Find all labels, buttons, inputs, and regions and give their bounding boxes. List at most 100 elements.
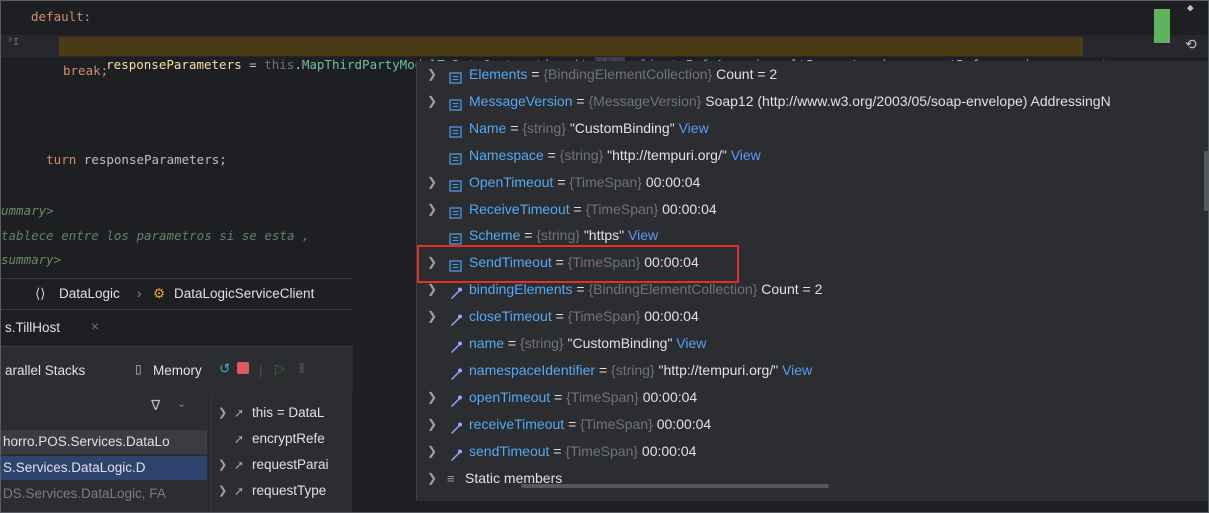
- equals-sign: =: [550, 388, 567, 405]
- breadcrumb: ⟨⟩ DataLogic › ⚙ DataLogicServiceClient: [1, 278, 353, 309]
- view-link[interactable]: View: [731, 147, 761, 163]
- breadcrumb-separator: ›: [137, 286, 142, 301]
- member-type: {TimeSpan}: [567, 308, 641, 325]
- variable-request-type[interactable]: requestType: [252, 479, 326, 503]
- popup-row-text: closeTimeout = {TimeSpan} 00:00:04: [469, 303, 699, 330]
- variable-this[interactable]: this = DataL: [252, 401, 324, 425]
- member-type: {TimeSpan}: [566, 388, 639, 405]
- equals-sign: =: [527, 66, 544, 82]
- divider: |: [259, 363, 263, 378]
- braces-icon: ⟨⟩: [35, 286, 46, 301]
- chevron-right-icon[interactable]: ❯: [427, 438, 437, 465]
- object-icon: ➚: [234, 432, 245, 446]
- sendtimeout-highlight-box: [417, 245, 739, 283]
- vertical-scrollbar[interactable]: [1204, 151, 1208, 211]
- frame-row[interactable]: DS.Services.DataLogic, FA: [1, 482, 207, 506]
- diamond-icon[interactable]: ◆: [1187, 1, 1194, 14]
- member-type: {TimeSpan}: [565, 442, 639, 459]
- equals-sign: =: [564, 415, 581, 432]
- chevron-right-icon[interactable]: ❯: [427, 303, 437, 330]
- filter-icon[interactable]: ∇: [151, 397, 160, 414]
- member-name: closeTimeout: [469, 308, 552, 325]
- popup-row-text: Name = {string} "CustomBinding" View: [469, 115, 709, 142]
- popup-row-text: OpenTimeout = {TimeSpan} 00:00:04: [469, 169, 700, 196]
- code-comment[interactable]: tablece entre los parametros si se esta …: [1, 227, 310, 245]
- expand-chevron[interactable]: ❯: [218, 479, 227, 503]
- rerun-icon[interactable]: ↺: [219, 361, 230, 377]
- member-value: "CustomBinding": [567, 335, 673, 351]
- equals-sign: =: [595, 361, 612, 378]
- tab-tillhost[interactable]: s.TillHost: [5, 320, 60, 335]
- member-type: {BindingElementCollection}: [588, 281, 758, 298]
- member-value: "http://tempuri.org/": [607, 146, 727, 163]
- ide-window: default: ³I responseParameters = this.Ma…: [0, 0, 1209, 513]
- code-line-return[interactable]: turn responseParameters;: [1, 133, 227, 167]
- variable-request-params[interactable]: requestParai: [252, 453, 329, 477]
- chevron-right-icon[interactable]: ❯: [427, 196, 437, 223]
- equals-sign: =: [553, 173, 570, 190]
- tab-memory[interactable]: Memory: [153, 363, 202, 378]
- memory-icon: ▯: [135, 362, 142, 376]
- chevron-right-icon[interactable]: ❯: [427, 61, 437, 88]
- member-value: Soap12 (http://www.w3.org/2003/05/soap-e…: [705, 92, 1111, 109]
- chevron-right-icon[interactable]: ❯: [427, 169, 437, 196]
- breadcrumb-class[interactable]: DataLogicServiceClient: [174, 286, 314, 301]
- equals-sign: =: [506, 119, 523, 136]
- horizontal-scrollbar[interactable]: [521, 484, 829, 488]
- view-link[interactable]: View: [676, 335, 706, 351]
- view-link[interactable]: View: [628, 227, 658, 243]
- gutter-marker: ³I: [7, 37, 20, 48]
- scroll-marker[interactable]: [1154, 9, 1170, 43]
- expand-chevron[interactable]: ❯: [218, 453, 227, 477]
- popup-row-text: ReceiveTimeout = {TimeSpan} 00:00:04: [469, 196, 717, 223]
- chevron-down-icon[interactable]: ⌄: [177, 397, 186, 410]
- code-line-default[interactable]: default:: [31, 8, 91, 26]
- member-type: {TimeSpan}: [585, 200, 659, 217]
- member-name: bindingElements: [469, 281, 573, 298]
- variable-encrypt-reference[interactable]: encryptRefe: [252, 427, 325, 451]
- member-value: Count = 2: [716, 66, 778, 82]
- code-line-assignment[interactable]: responseParameters = this.MapThirdPartyM…: [61, 38, 1115, 72]
- close-icon[interactable]: ×: [91, 319, 99, 334]
- frame-row[interactable]: S.Services.DataLogic.D: [1, 456, 207, 480]
- stop-icon[interactable]: [237, 362, 249, 374]
- refresh-icon[interactable]: ⟲: [1185, 37, 1197, 53]
- member-type: {TimeSpan}: [580, 415, 653, 432]
- pause-icon[interactable]: ‖: [299, 361, 305, 376]
- chevron-right-icon[interactable]: ❯: [427, 88, 437, 115]
- code-summary-close[interactable]: summary>: [1, 251, 61, 269]
- equals-sign: =: [520, 227, 537, 244]
- tab-parallel-stacks[interactable]: arallel Stacks: [5, 363, 85, 378]
- variables-panel: ❯ ➚ this = DataL ➚ encryptRefe ❯ ➚ reque…: [211, 393, 352, 512]
- chevron-right-icon[interactable]: ❯: [427, 411, 437, 438]
- view-link[interactable]: View: [679, 120, 709, 136]
- member-value: 00:00:04: [642, 388, 698, 405]
- member-value: "CustomBinding": [569, 119, 675, 136]
- chevron-right-icon[interactable]: ❯: [427, 384, 437, 411]
- member-type: {string}: [536, 227, 580, 244]
- property-icon: [449, 121, 463, 138]
- member-type: {string}: [611, 361, 655, 378]
- code-line-break[interactable]: break;: [63, 62, 108, 80]
- member-name: Elements: [469, 66, 528, 82]
- member-name: Namespace: [469, 146, 544, 163]
- property-icon: [449, 202, 463, 219]
- popup-row-text: namespaceIdentifier = {string} "http://t…: [469, 357, 812, 384]
- frames-panel: ∇ ⌄ horro.POS.Services.DataLo S.Services…: [1, 393, 211, 512]
- code-summary-open[interactable]: ummary>: [1, 202, 54, 220]
- member-type: {TimeSpan}: [569, 173, 642, 190]
- frame-row[interactable]: horro.POS.Services.DataLo: [1, 430, 207, 454]
- popup-row-text: sendTimeout = {TimeSpan} 00:00:04: [469, 438, 696, 465]
- popup-row-text: Namespace = {string} "http://tempuri.org…: [469, 142, 761, 169]
- breadcrumb-namespace[interactable]: DataLogic: [59, 286, 120, 301]
- member-value: 00:00:04: [656, 415, 712, 432]
- chevron-right-icon[interactable]: ❯: [427, 465, 437, 492]
- view-link[interactable]: View: [782, 362, 812, 378]
- debug-toolbar: arallel Stacks ▯ Memory ↺ | ▷ ‖: [1, 346, 353, 393]
- editor-tabs: s.TillHost ×: [1, 309, 353, 346]
- class-icon: ⚙: [153, 286, 166, 301]
- expand-chevron[interactable]: ❯: [218, 401, 227, 425]
- code-return-value: responseParameters;: [76, 152, 227, 167]
- resume-icon[interactable]: ▷: [275, 361, 285, 377]
- equals-sign: =: [569, 200, 586, 217]
